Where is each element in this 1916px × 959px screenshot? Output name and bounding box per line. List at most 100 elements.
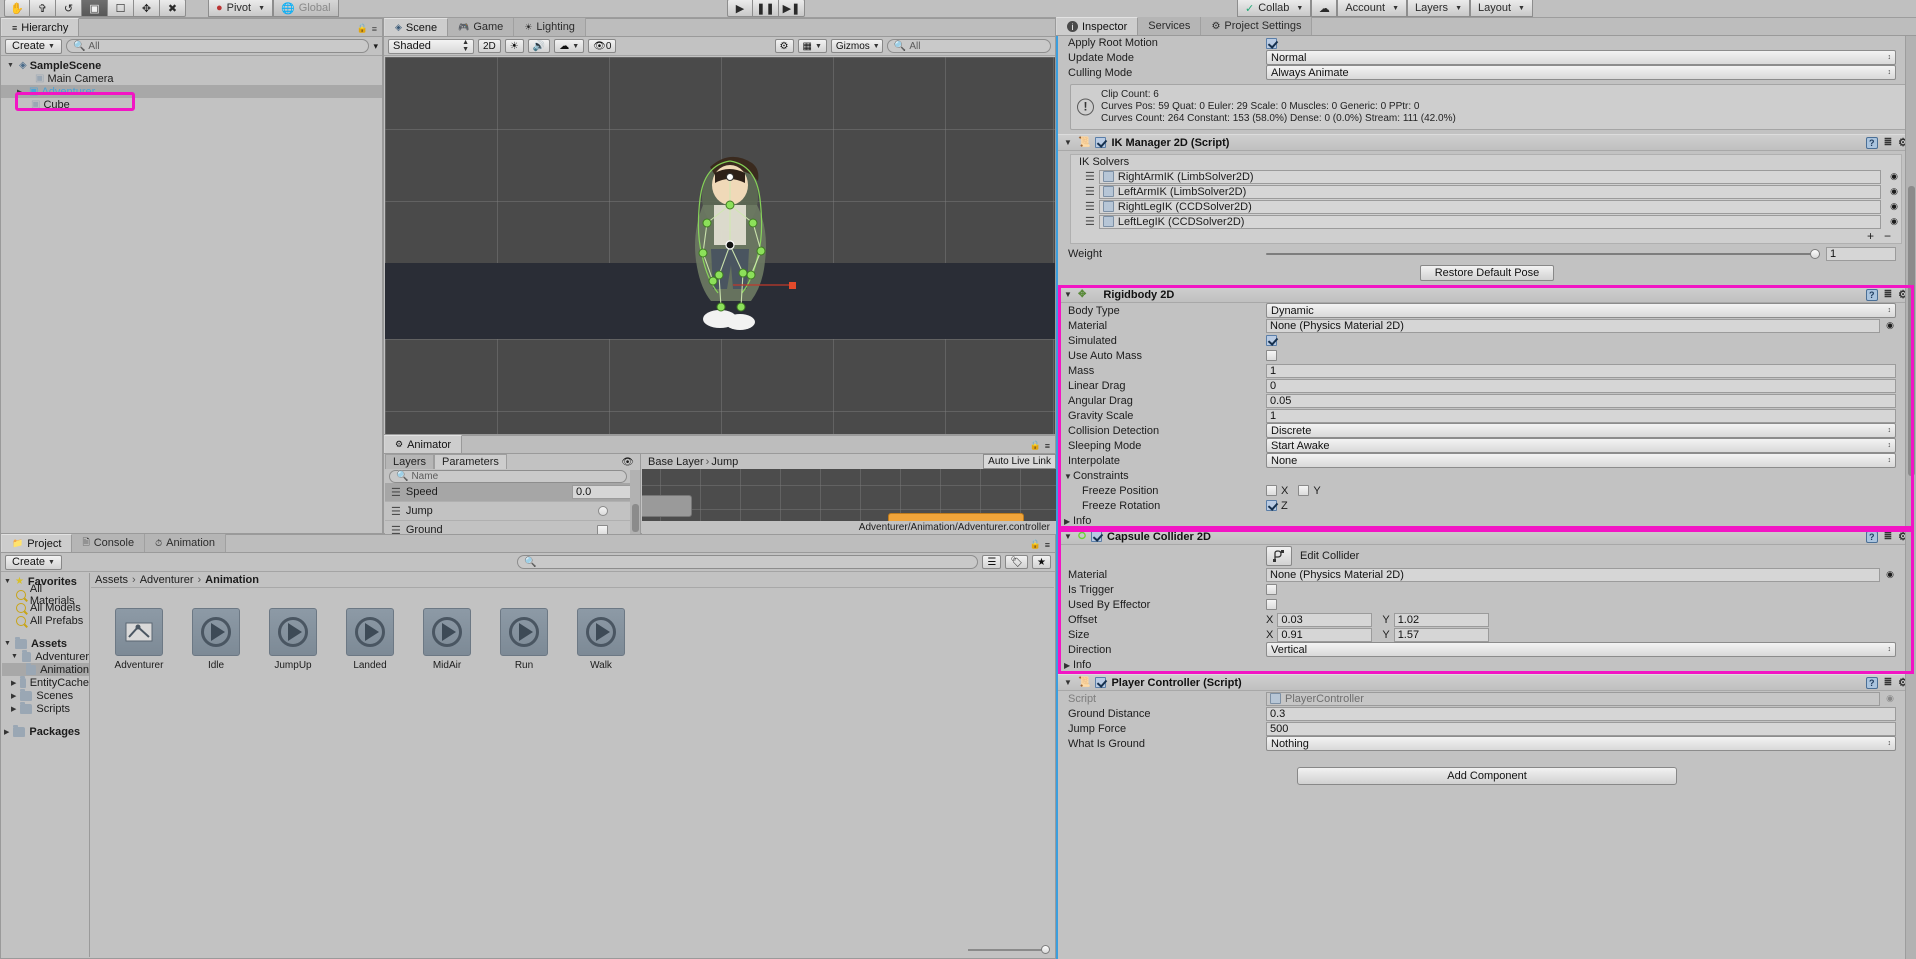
tab-hierarchy[interactable]: ≡ Hierarchy [1,18,80,36]
scene-visibility-button[interactable]: 👁 0 [588,39,617,53]
project-tree-item-scripts[interactable]: ▶ Scripts [2,701,89,715]
scale-tool-button[interactable]: ▣ [82,0,108,17]
hierarchy-search-input[interactable]: 🔍 All [65,39,370,53]
project-tree-item-animation[interactable]: Animation [2,662,89,676]
project-tree-item-packages[interactable]: ▶ Packages [2,724,89,738]
inspector-scrollbar[interactable] [1905,36,1916,959]
component-header-capsule-collider2d[interactable]: ▼ ⭘ Capsule Collider 2D ? ≣ ⚙ [1058,528,1916,545]
scene-viewport[interactable] [385,57,1055,434]
panel-menu-icon[interactable]: ≡ [372,24,377,34]
culling-mode-popup[interactable]: Always Animate ↕ [1266,65,1896,80]
add-solver-button[interactable]: + [1867,229,1874,243]
row-rb-info[interactable]: ▶ Info [1058,513,1916,528]
rb-material-objectfield[interactable]: None (Physics Material 2D) [1266,318,1880,333]
hierarchy-menu-icon[interactable]: ▾ [373,41,378,52]
preset-icon[interactable]: ≣ [1884,677,1892,688]
component-header-ik-manager[interactable]: ▼ 📜 IK Manager 2D (Script) ? ≣ ⚙ [1058,134,1916,151]
pivot-button[interactable]: ● Pivot ▼ [208,0,274,17]
ik-solver-row[interactable]: ☰ LeftArmIK (LimbSolver2D) ◉ [1071,184,1901,199]
drag-handle-icon[interactable]: ☰ [1085,200,1095,213]
hand-tool-button[interactable]: ✋ [4,0,30,17]
project-tree-item-all-models[interactable]: All Models [2,601,89,614]
cc-material-objectfield[interactable]: None (Physics Material 2D) [1266,567,1880,582]
hierarchy-item-adventurer[interactable]: ▶ ▣ Adventurer [1,85,382,98]
eye-icon[interactable]: 👁 [621,457,640,469]
panel-menu-icon[interactable]: ≡ [1045,540,1050,550]
interpolate-popup[interactable]: None ↕ [1266,453,1896,468]
breadcrumb-animation[interactable]: Animation [205,574,259,586]
asset-size-slider[interactable] [968,945,1050,955]
scene-search-input[interactable]: 🔍 All [886,39,1051,53]
j---ump-force-field[interactable]: 500 [1266,721,1896,736]
apply-root-motion-checkbox[interactable] [1266,37,1277,49]
breadcrumb-base-layer[interactable]: Base Layer [648,456,704,468]
ik-solver-row[interactable]: ☰ RightLegIK (CCDSolver2D) ◉ [1071,199,1901,214]
chevron-down-icon[interactable]: ▼ [1064,138,1073,147]
capsule-collider-enabled-checkbox[interactable] [1091,531,1102,542]
weight-slider[interactable] [1266,248,1820,259]
freeze-position-x-checkbox[interactable] [1266,485,1277,496]
chevron-right-icon[interactable]: ▶ [1064,661,1073,670]
offset-y-field[interactable]: 1.02 [1393,612,1489,627]
auto-live-link-button[interactable]: Auto Live Link [983,454,1056,469]
transform-tool-button[interactable]: ✥ [134,0,160,17]
scene-grid-button[interactable]: ▦ ▼ [797,39,827,53]
rect-tool-button[interactable]: ☐ [108,0,134,17]
scene-camera-button[interactable]: ⚙ [774,39,794,53]
used-by-effector-checkbox[interactable] [1266,599,1277,611]
object-picker-icon[interactable]: ◉ [1890,216,1898,227]
step-button[interactable]: ▶❚ [779,0,805,17]
tab-scene[interactable]: ◈ Scene [384,18,449,36]
component-header-rigidbody2d[interactable]: ▼ ✥ Rigidbody 2D ? ≣ ⚙ [1058,286,1916,303]
asset-item[interactable]: MidAir [409,608,485,671]
project-tree-item-all-materials[interactable]: All Materials [2,583,89,607]
ik-manager-enabled-checkbox[interactable] [1095,137,1107,148]
preset-icon[interactable]: ≣ [1884,531,1892,542]
project-tree-item-scenes[interactable]: ▶ Scenes [2,688,89,702]
chevron-down-icon[interactable]: ▼ [11,653,18,660]
asset-item[interactable]: Idle [178,608,254,671]
favorite-button[interactable]: ★ [1032,555,1052,569]
asset-item[interactable]: Landed [332,608,408,671]
fx-dropdown-button[interactable]: ☁ ▼ [554,39,585,53]
project-tree-item-entitycache[interactable]: ▶ EntityCache [2,675,89,689]
panel-menu-icon[interactable]: ≡ [1045,441,1050,451]
project-tree-item-assets[interactable]: ▼ Assets [2,636,89,650]
preset-icon[interactable]: ≣ [1884,137,1892,148]
is-trigger-checkbox[interactable] [1266,584,1277,596]
preset-icon[interactable]: ≣ [1884,289,1892,300]
component-header-player-controller[interactable]: ▼ 📜 Player Controller (Script) ? ≣ ⚙ [1058,674,1916,691]
angular-drag-field[interactable]: 0.05 [1266,393,1896,408]
custom-tool-button[interactable]: ✖ [160,0,186,17]
shading-mode-popup[interactable]: Shaded ▲ ▼ [388,38,474,54]
row-constraints[interactable]: ▼Constraints [1058,468,1916,483]
gravity-scale-field[interactable]: 1 [1266,408,1896,423]
chevron-right-icon[interactable]: ▶ [1064,517,1073,526]
state-machine-canvas[interactable] [642,469,1056,522]
player-controller-enabled-checkbox[interactable] [1095,677,1107,688]
project-create-button[interactable]: Create ▼ [5,554,62,570]
tab-parameters[interactable]: Parameters [434,454,507,469]
sleeping-mode-popup[interactable]: Start Awake ↕ [1266,438,1896,453]
freeze-rotation-z-checkbox[interactable] [1266,500,1277,511]
size-y-field[interactable]: 1.57 [1393,627,1489,642]
drag-handle-icon[interactable]: ☰ [1085,185,1095,198]
drag-handle-icon[interactable]: ☰ [1085,170,1095,183]
freeze-position-y-checkbox[interactable] [1298,485,1310,496]
chevron-right-icon[interactable]: ▶ [17,88,26,96]
remove-solver-button[interactable]: − [1884,229,1891,243]
chevron-down-icon[interactable]: ▼ [4,578,11,585]
lock-icon[interactable]: 🔒 [1030,440,1041,451]
object-picker-icon[interactable]: ◉ [1890,171,1898,182]
tab-game[interactable]: 🎮 Game [448,18,515,36]
parameter-row-jump[interactable]: ☰ Jump [385,502,640,521]
chevron-down-icon[interactable]: ▼ [1064,290,1073,299]
ik-solver-field[interactable]: RightLegIK (CCDSolver2D) [1098,199,1881,214]
tab-layers[interactable]: Layers [385,454,435,469]
parameter-search-input[interactable]: 🔍 Name [389,470,628,483]
account-button[interactable]: Account ▼ [1337,0,1408,17]
project-search-input[interactable]: 🔍 [517,555,979,569]
object-picker-icon[interactable]: ◉ [1890,201,1898,212]
hierarchy-item-samplescene[interactable]: ▼ ◈ SampleScene [1,59,382,72]
tab-animation[interactable]: ⏱ Animation [145,534,227,552]
